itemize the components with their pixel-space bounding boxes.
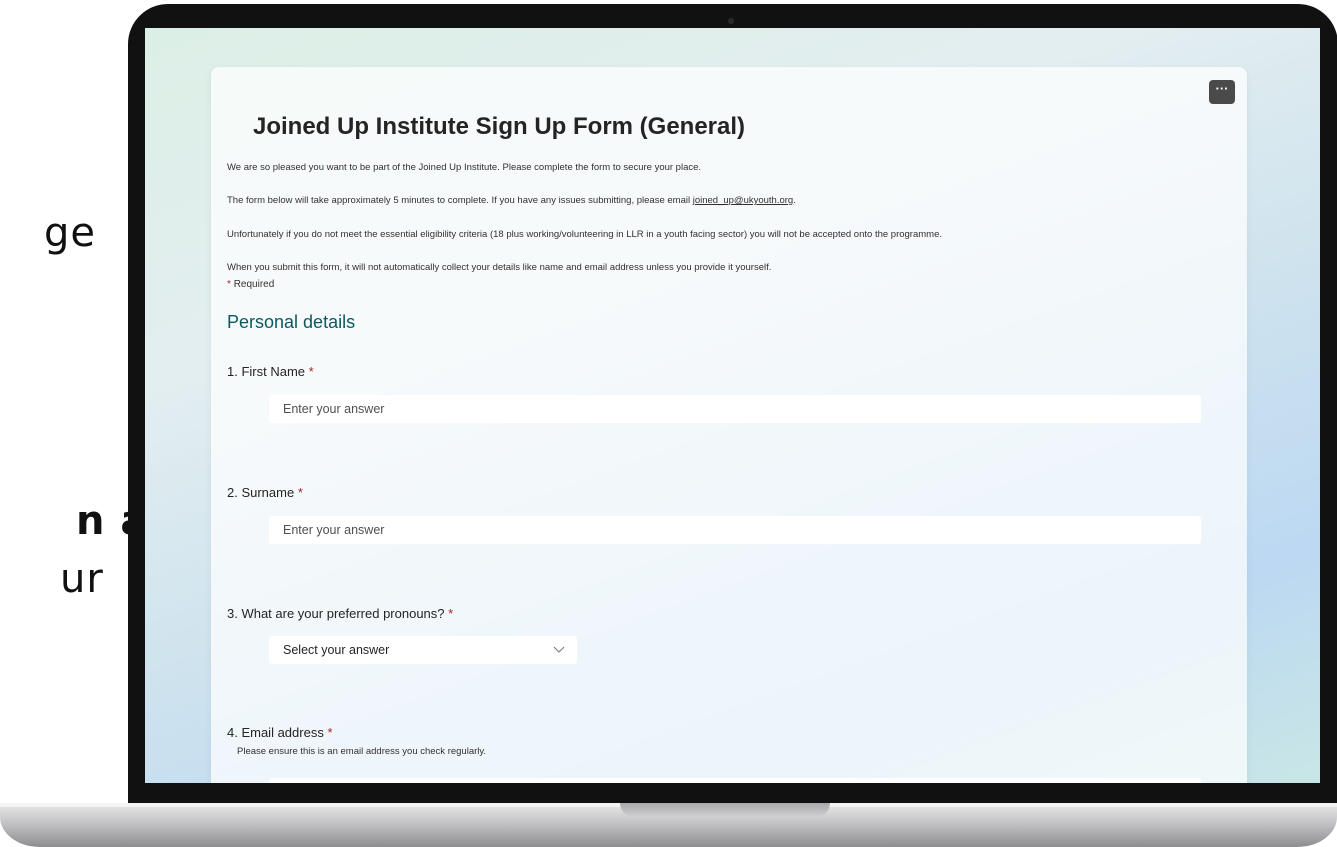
form-description-line: We are so pleased you want to be part of… [227, 162, 702, 173]
slide-text-fragment: ur [60, 556, 104, 602]
chevron-down-icon [553, 636, 565, 674]
more-options-icon[interactable]: ··· [1209, 80, 1235, 104]
question-subtitle: Please ensure this is an email address y… [237, 746, 487, 757]
pronouns-select[interactable]: Select your answer [269, 636, 577, 664]
laptop-notch [620, 803, 830, 817]
question-label: 1. First Name * [227, 364, 314, 379]
form-description-line: The form below will take approximately 5… [227, 195, 796, 206]
form-description-line: Unfortunately if you do not meet the ess… [227, 229, 942, 240]
section-title: Personal details [227, 312, 356, 332]
slide-text-fragment: ge [44, 210, 96, 256]
question-label: 3. What are your preferred pronouns? * [227, 606, 454, 621]
form-card [211, 67, 1247, 783]
form-description-line: When you submit this form, it will not a… [227, 262, 772, 273]
question-label: 4. Email address * [227, 725, 333, 740]
select-value: Select your answer [283, 643, 390, 657]
question-label: 2. Surname * [227, 485, 303, 500]
required-note: * Required [227, 279, 275, 290]
first-name-input[interactable] [269, 395, 1201, 423]
camera-icon [728, 18, 734, 24]
surname-input[interactable] [269, 516, 1201, 544]
form-title: Joined Up Institute Sign Up Form (Genera… [253, 113, 746, 140]
email-input[interactable] [269, 778, 1201, 783]
laptop-screen: ··· Joined Up Institute Sign Up Form (Ge… [145, 28, 1320, 783]
email-link[interactable]: joined_up@ukyouth.org [693, 195, 794, 206]
